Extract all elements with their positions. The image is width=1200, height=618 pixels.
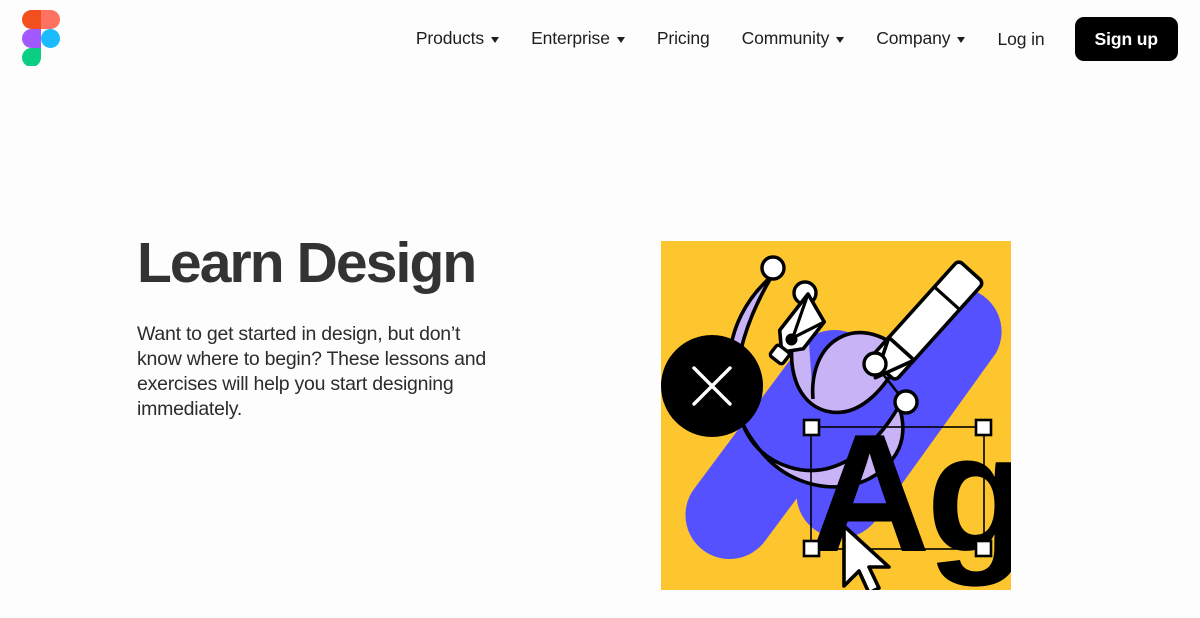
selection-handle-top-right[interactable] <box>974 418 993 437</box>
site-header: Products Enterprise Pricing Community Co… <box>0 0 1200 78</box>
nav-item-enterprise[interactable]: Enterprise <box>515 20 641 58</box>
learn-design-illustration: Ag <box>661 241 1011 590</box>
nav-item-community-label: Community <box>741 28 830 49</box>
selection-handle-bottom-right[interactable] <box>974 539 993 558</box>
hero-description: Want to get started in design, but don’t… <box>137 322 486 420</box>
nav-item-enterprise-label: Enterprise <box>531 28 610 49</box>
chevron-down-icon <box>957 37 966 43</box>
hero-copy: Learn Design Want to get started in desi… <box>137 231 567 422</box>
hero-section: Learn Design Want to get started in desi… <box>0 78 1200 618</box>
vector-node-handle <box>862 351 888 377</box>
nav-item-company-label: Company <box>876 28 951 49</box>
nav-item-pricing-label: Pricing <box>656 28 710 49</box>
chevron-down-icon <box>491 37 500 43</box>
selection-handle-top-left[interactable] <box>802 418 821 437</box>
figma-logo-link[interactable] <box>22 10 60 67</box>
login-link[interactable]: Log in <box>981 19 1060 60</box>
nav-item-products-label: Products <box>415 28 485 49</box>
nav-item-company[interactable]: Company <box>860 20 981 58</box>
chevron-down-icon <box>836 37 845 43</box>
selection-handle-bottom-left[interactable] <box>802 539 821 558</box>
close-circle-icon <box>661 335 763 437</box>
vector-node-handle <box>760 255 786 281</box>
signup-button[interactable]: Sign up <box>1074 17 1178 61</box>
figma-logo-icon <box>22 10 60 67</box>
chevron-down-icon <box>616 37 625 43</box>
nav-item-products[interactable]: Products <box>404 20 515 58</box>
main-navigation: Products Enterprise Pricing Community Co… <box>404 17 1178 61</box>
nav-item-community[interactable]: Community <box>726 20 861 58</box>
page-title: Learn Design <box>137 231 477 295</box>
nav-item-pricing[interactable]: Pricing <box>641 20 726 58</box>
